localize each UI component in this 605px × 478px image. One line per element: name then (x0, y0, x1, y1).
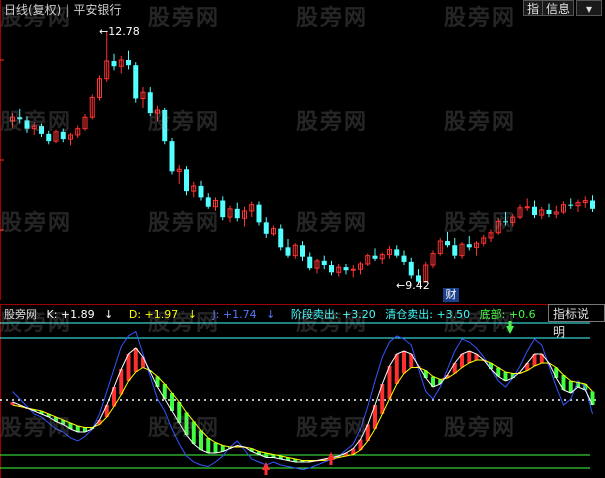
candle-down (546, 209, 552, 215)
indicator-chart[interactable] (0, 304, 605, 478)
candle-down (300, 245, 305, 257)
financial-report-badge[interactable]: 财 (443, 288, 459, 302)
candle-down (307, 256, 313, 269)
candle-down (147, 92, 153, 114)
buy-arrow-icon (329, 460, 333, 465)
candle-down (401, 255, 407, 262)
title-separator: | (65, 3, 70, 17)
kd-bar (206, 438, 211, 453)
candle-down (372, 255, 378, 259)
sell-arrow-icon (506, 326, 514, 334)
candle-down (503, 221, 508, 223)
arrow-down-icon: ↓ (104, 308, 114, 321)
indicator-name: 股旁网 (4, 308, 37, 321)
indicator-legend: 股旁网 K: +1.89 ↓ D: +1.97 ↓ J: +1.74 ↓ 阶段卖… (4, 306, 542, 322)
clear-sell-value: 清仓卖出: +3.50 (385, 308, 471, 321)
indicator-help-button[interactable]: 指标说明 (548, 304, 605, 339)
candle-down (126, 59, 131, 66)
arrow-down-icon: ↓ (266, 308, 276, 321)
index-button[interactable]: 指 (523, 0, 544, 16)
arrow-down-icon: ↓ (187, 308, 197, 321)
bottom-value: 底部: +0.6 (479, 308, 536, 321)
kd-bar (467, 351, 472, 363)
candle-down (24, 120, 30, 129)
candle-down (329, 265, 334, 273)
candle-down (39, 126, 44, 134)
candle-down (568, 204, 574, 206)
kd-bar (568, 381, 573, 393)
candle-down (466, 244, 472, 248)
chevron-down-icon: ▾ (585, 2, 593, 16)
candle-down (169, 141, 175, 172)
info-button[interactable]: 信息 (542, 0, 575, 16)
low-price-value: 9.42 (405, 279, 430, 292)
kd-bar (402, 351, 406, 374)
k-line (12, 347, 593, 463)
d-value: D: +1.97 ↓ (128, 308, 197, 321)
k-value: K: +1.89 ↓ (46, 308, 114, 321)
candle-down (343, 267, 349, 271)
candle-down (285, 247, 291, 256)
candle-down (205, 197, 211, 207)
kd-bar (394, 354, 399, 384)
candle-down (408, 261, 414, 276)
candle-down (263, 222, 269, 234)
more-button[interactable]: ▾ (576, 0, 602, 16)
candle-down (111, 61, 117, 67)
candle-down (133, 65, 139, 99)
candle-down (60, 131, 66, 140)
candle-down (452, 245, 458, 256)
kd-bar (213, 442, 218, 453)
kd-bar (184, 412, 189, 435)
candle-down (220, 200, 226, 218)
kd-bar (387, 366, 392, 399)
candle-down (445, 241, 450, 246)
candle-down (198, 185, 204, 198)
buy-arrow-icon (327, 452, 335, 460)
candle-down (321, 260, 327, 266)
kd-bar (191, 421, 196, 444)
candle-down (532, 206, 537, 216)
candle-down (46, 133, 52, 142)
candle-down (234, 208, 240, 219)
low-price-annotation: ←9.42 (396, 279, 430, 292)
candle-down (278, 228, 284, 248)
candle-down (256, 204, 262, 223)
candle-down (184, 169, 189, 192)
candle-down (590, 200, 595, 209)
candle-down (17, 117, 23, 120)
high-price-annotation: ←12.78 (99, 25, 140, 38)
candle-down (394, 249, 400, 256)
price-chart[interactable] (0, 0, 605, 300)
candle-down (162, 109, 168, 142)
stage-sell-value: 阶段卖出: +3.20 (290, 308, 376, 321)
period-label: 日线(复权) (4, 3, 62, 17)
stock-name: 平安银行 (73, 3, 122, 17)
high-price-value: 12.78 (108, 25, 140, 38)
kd-bar (133, 348, 138, 372)
buy-arrow-icon (264, 470, 268, 475)
j-value: J: +1.74 ↓ (212, 308, 276, 321)
kd-bar (199, 430, 203, 450)
chart-title: 日线(复权) | 平安银行 (4, 1, 121, 18)
